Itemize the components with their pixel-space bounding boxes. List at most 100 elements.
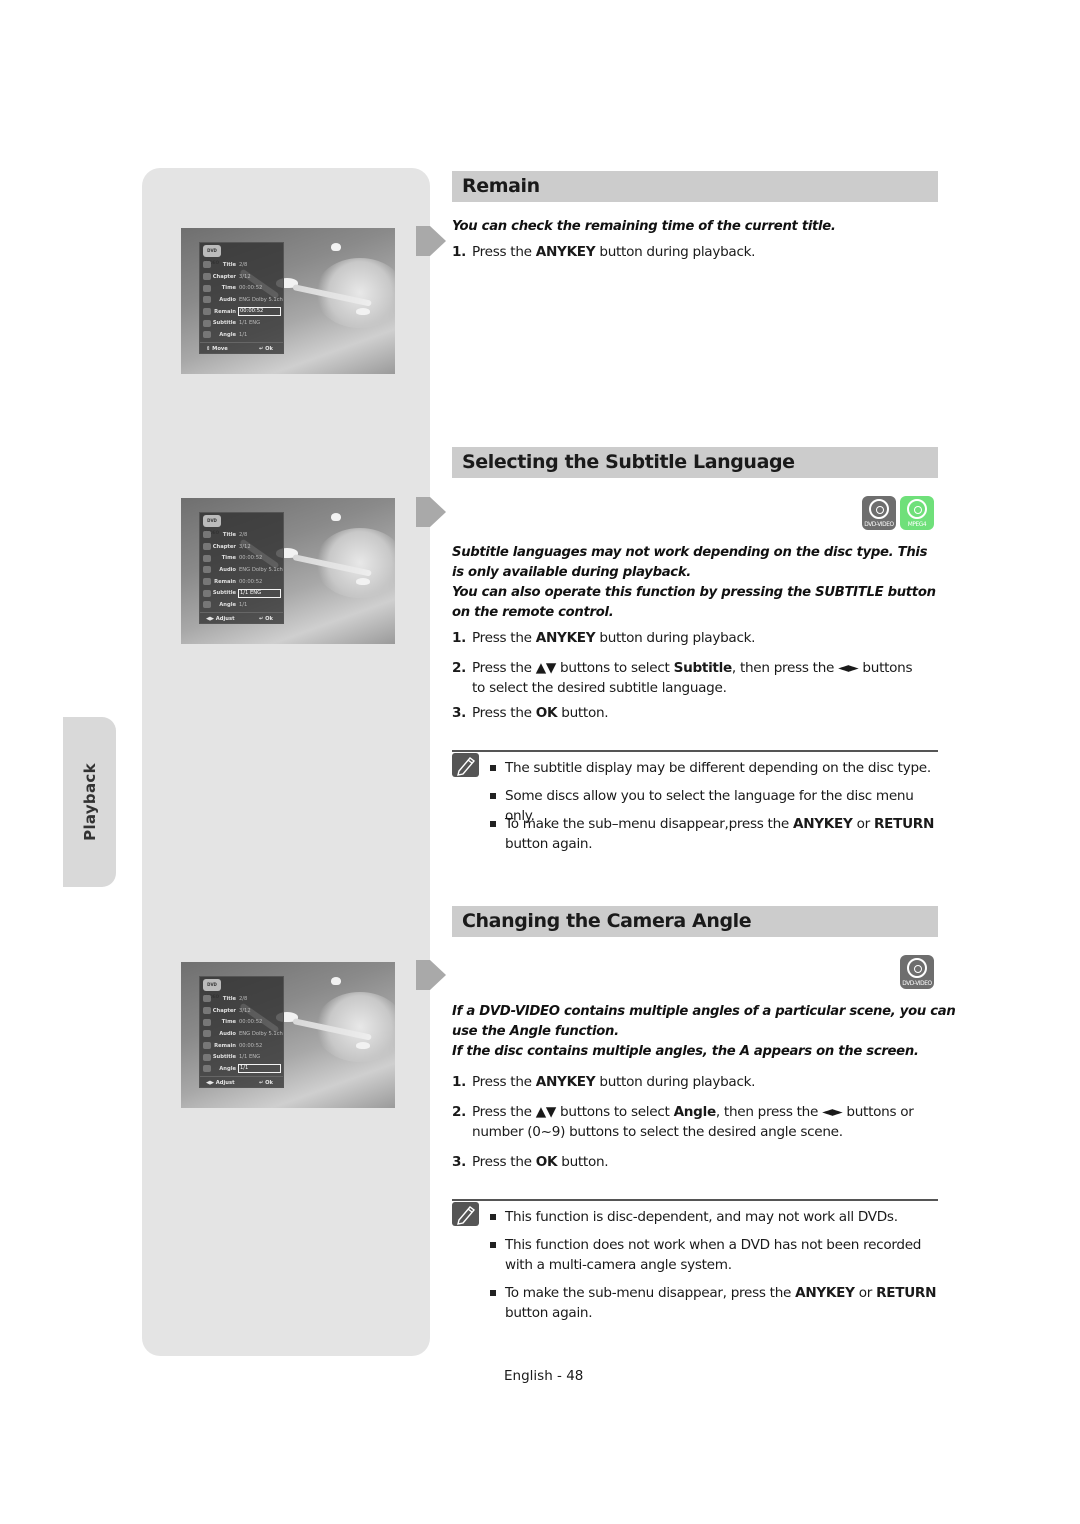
- seagull-image: [331, 977, 341, 985]
- osd-label: Time: [221, 555, 236, 562]
- osd-label: Subtitle: [212, 320, 236, 327]
- remain-icon: [203, 1042, 211, 1050]
- osd-hint-nav: ◀▶ Adjust: [206, 615, 235, 622]
- step-item: 1. Press the ANYKEY button during playba…: [452, 630, 756, 646]
- note-item: To make the sub–menu disappear,press the…: [490, 814, 940, 854]
- remain-icon: [203, 578, 211, 586]
- time-icon: [203, 1018, 211, 1026]
- osd-row-remain: Remain 00:00:52: [200, 576, 283, 588]
- osd-row-chapter: Chapter 3/12: [200, 1005, 283, 1017]
- step-item: 1. Press the ANYKEY button during playba…: [452, 244, 756, 260]
- osd-value: 3/12: [239, 543, 251, 550]
- time-icon: [203, 554, 211, 562]
- seagull-image: [356, 308, 370, 315]
- osd-value: 3/12: [239, 1007, 251, 1014]
- osd-row-chapter: Chapter 3/12: [200, 541, 283, 553]
- osd-label: Chapter: [212, 273, 236, 280]
- osd-label: Angle: [219, 331, 236, 338]
- osd-footer: ◀▶ Adjust ↵ Ok: [200, 1075, 283, 1086]
- osd-row-remain: Remain 00:00:52: [200, 306, 283, 318]
- osd-label: Subtitle: [212, 590, 236, 597]
- osd-value: 1/1 ENG: [239, 320, 261, 327]
- subtitle-icon: [203, 319, 211, 327]
- step-item: 2. Press the ▲▼ buttons to select Angle,…: [452, 1104, 914, 1140]
- section-intro: You can check the remaining time of the …: [452, 219, 836, 234]
- angle-icon: [203, 331, 211, 339]
- dvd-logo-icon: DVD VIDEO: [203, 979, 221, 999]
- osd-label: Chapter: [212, 1007, 236, 1014]
- osd-hint-ok: ↵ Ok: [258, 615, 273, 622]
- osd-menu: DVD VIDEO Title 2/8 Chapter 3/12 Time 00:00:52…: [199, 976, 284, 1088]
- osd-label: Time: [221, 285, 236, 292]
- pointer-arrow-icon: [416, 218, 446, 264]
- title-icon: [203, 995, 211, 1003]
- osd-hint-ok: ↵ Ok: [258, 1079, 273, 1086]
- section-header-remain: Remain: [452, 171, 938, 202]
- osd-value: 2/8: [239, 995, 248, 1002]
- osd-value: 2/8: [239, 261, 248, 268]
- osd-label: Subtitle: [212, 1054, 236, 1061]
- osd-row-audio: AudioENG Dolby 5.1ch (1/1): [200, 294, 283, 306]
- audio-icon: [203, 566, 211, 574]
- time-icon: [203, 284, 211, 292]
- section-intro: Subtitle languages may not work dependin…: [452, 545, 936, 620]
- osd-row-angle: Angle 1/1: [200, 1063, 283, 1075]
- osd-menu: DVD VIDEO Title 2/8 Chapter 3/12 Time 00:00:52…: [199, 512, 284, 624]
- page-number: English - 48: [504, 1368, 584, 1384]
- section-header-subtitle: Selecting the Subtitle Language: [452, 447, 938, 478]
- osd-value: 00:00:52: [238, 307, 281, 317]
- section-title: Changing the Camera Angle: [462, 910, 752, 932]
- seagull-image: [356, 1042, 370, 1049]
- osd-row-time: Time 00:00:52: [200, 1016, 283, 1028]
- title-icon: [203, 531, 211, 539]
- osd-hint-nav: ◀▶ Adjust: [206, 1079, 235, 1086]
- osd-value: ENG Dolby 5.1ch (1/1): [239, 296, 283, 303]
- audio-icon: [203, 1030, 211, 1038]
- mpeg4-disc-icon: MPEG4: [900, 496, 934, 530]
- osd-value: 3/12: [239, 273, 251, 280]
- section-title: Remain: [462, 175, 540, 197]
- subtitle-icon: [203, 1053, 211, 1061]
- note-item: This function is disc-dependent, and may…: [490, 1207, 940, 1227]
- osd-label: Audio: [219, 296, 236, 303]
- osd-value: 1/1 ENG: [239, 1054, 261, 1061]
- title-icon: [203, 261, 211, 269]
- seagull-image: [356, 578, 370, 585]
- osd-label: Remain: [214, 308, 236, 315]
- angle-icon: [203, 601, 211, 609]
- dvd-logo-icon: DVD VIDEO: [203, 515, 221, 535]
- osd-label: Title: [222, 531, 236, 538]
- note-item: This function does not work when a DVD h…: [490, 1235, 940, 1275]
- osd-hint-ok: ↵ Ok: [258, 345, 273, 352]
- osd-value: 00:00:52: [239, 1042, 263, 1049]
- note-item: The subtitle display may be different de…: [490, 758, 940, 778]
- note-divider: [452, 750, 938, 752]
- osd-value: 00:00:52: [239, 555, 263, 562]
- osd-row-remain: Remain 00:00:52: [200, 1040, 283, 1052]
- subtitle-icon: [203, 589, 211, 597]
- osd-label: Angle: [219, 601, 236, 608]
- osd-row-audio: AudioENG Dolby 5.1ch (1/1): [200, 1028, 283, 1040]
- step-item: 3. Press the OK button.: [452, 1154, 609, 1170]
- dvd-video-disc-icon: DVD-VIDEO: [900, 955, 934, 989]
- osd-row-subtitle: Subtitle 1/1 ENG: [200, 317, 283, 329]
- osd-value: ENG Dolby 5.1ch (1/1): [239, 566, 283, 573]
- osd-value: 1/1: [239, 331, 248, 338]
- osd-screenshot-subtitle: DVD VIDEO Title 2/8 Chapter 3/12 Time 00:00:52…: [181, 498, 395, 644]
- note-divider: [452, 1199, 938, 1201]
- osd-label: Audio: [219, 566, 236, 573]
- osd-label: Audio: [219, 1030, 236, 1037]
- osd-row-time: Time 00:00:52: [200, 552, 283, 564]
- osd-value: 00:00:52: [239, 1019, 263, 1026]
- section-intro: If a DVD-VIDEO contains multiple angles …: [452, 1004, 956, 1059]
- osd-row-subtitle: Subtitle 1/1 ENG: [200, 587, 283, 599]
- osd-value: 1/1: [238, 1064, 281, 1074]
- osd-value: 1/1: [239, 601, 248, 608]
- chapter-icon: [203, 1007, 211, 1015]
- osd-footer: ◀▶ Adjust ↵ Ok: [200, 611, 283, 622]
- osd-row-angle: Angle 1/1: [200, 329, 283, 341]
- chapter-icon: [203, 543, 211, 551]
- pointer-arrow-icon: [416, 489, 446, 535]
- step-item: 2. Press the ▲▼ buttons to select Subtit…: [452, 660, 913, 696]
- osd-row-chapter: Chapter 3/12: [200, 271, 283, 283]
